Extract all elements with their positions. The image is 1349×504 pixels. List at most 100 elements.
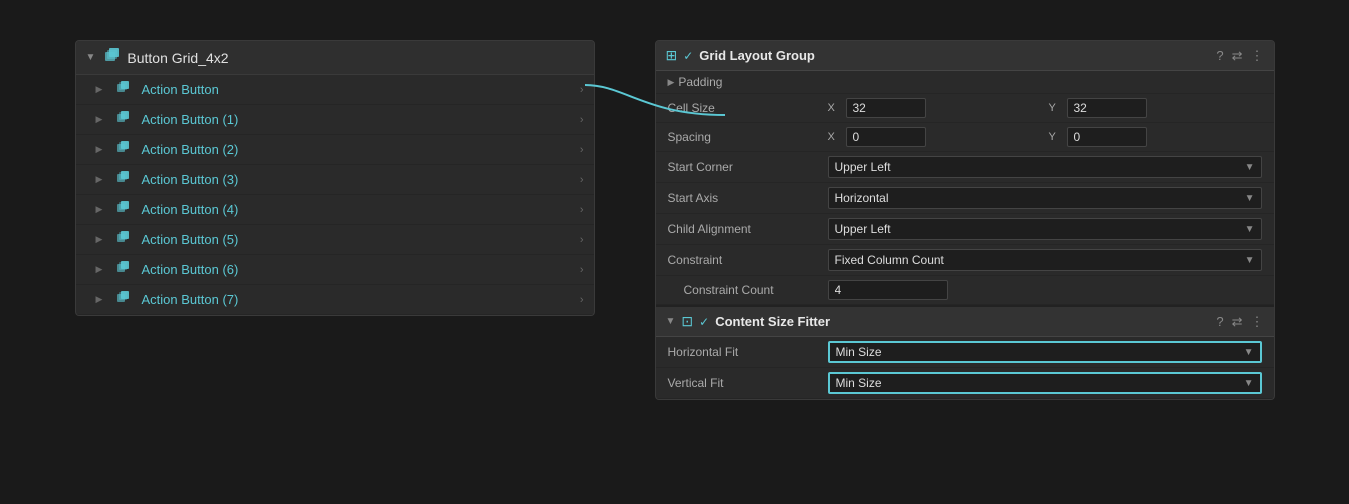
vertical-fit-value: Min Size ▼	[828, 372, 1262, 394]
list-item[interactable]: ▶ Action Button (5) ›	[76, 225, 594, 255]
list-item[interactable]: ▶ Action Button (6) ›	[76, 255, 594, 285]
start-corner-label: Start Corner	[668, 160, 828, 174]
action-button-icon	[114, 170, 134, 189]
csf-enabled-check[interactable]: ✓	[699, 315, 709, 329]
constraint-count-input[interactable]	[828, 280, 948, 300]
expand-icon: ▶	[96, 114, 106, 125]
content-size-fitter-title: Content Size Fitter	[715, 314, 1210, 329]
menu-button[interactable]: ⋮	[1251, 48, 1264, 64]
child-alignment-text: Upper Left	[835, 222, 891, 236]
main-container: ▼ Button Grid_4x2 ▶ Action Button › ▶	[75, 40, 1275, 400]
hierarchy-title: Button Grid_4x2	[127, 50, 228, 66]
grid-layout-group-header: ⊞ ✓ Grid Layout Group ? ⇄ ⋮	[656, 41, 1274, 71]
list-item[interactable]: ▶ Action Button (2) ›	[76, 135, 594, 165]
dropdown-arrow-icon: ▼	[1245, 224, 1255, 235]
expand-chevron-icon[interactable]: ▼	[86, 52, 96, 63]
padding-expand-icon[interactable]: ▶	[668, 77, 675, 88]
cell-size-value: X Y	[828, 98, 1262, 118]
csf-icon: ⊡	[681, 313, 693, 330]
item-arrow-icon: ›	[580, 264, 584, 276]
vertical-fit-row: Vertical Fit Min Size ▼	[656, 368, 1274, 399]
content-size-fitter-section: ▼ ⊡ ✓ Content Size Fitter ? ⇄ ⋮ Horizont…	[656, 305, 1274, 399]
action-button-icon	[114, 80, 134, 99]
vertical-fit-label: Vertical Fit	[668, 376, 828, 390]
constraint-row: Constraint Fixed Column Count ▼	[656, 245, 1274, 276]
expand-icon: ▶	[96, 264, 106, 275]
cell-size-x-group: X	[828, 98, 1041, 118]
start-corner-text: Upper Left	[835, 160, 891, 174]
cell-size-x-input[interactable]	[846, 98, 926, 118]
start-corner-row: Start Corner Upper Left ▼	[656, 152, 1274, 183]
start-corner-dropdown[interactable]: Upper Left ▼	[828, 156, 1262, 178]
action-button-icon	[114, 290, 134, 309]
list-item[interactable]: ▶ Action Button (1) ›	[76, 105, 594, 135]
item-arrow-icon: ›	[580, 234, 584, 246]
action-button-icon	[114, 260, 134, 279]
list-item-label: Action Button (5)	[142, 232, 572, 247]
horizontal-fit-label: Horizontal Fit	[668, 345, 828, 359]
list-item[interactable]: ▶ Action Button (7) ›	[76, 285, 594, 315]
cell-size-y-group: Y	[1049, 98, 1262, 118]
vertical-fit-dropdown[interactable]: Min Size ▼	[828, 372, 1262, 394]
expand-icon: ▶	[96, 294, 106, 305]
list-item[interactable]: ▶ Action Button (3) ›	[76, 165, 594, 195]
settings-button[interactable]: ⇄	[1232, 48, 1243, 64]
start-axis-label: Start Axis	[668, 191, 828, 205]
hierarchy-panel: ▼ Button Grid_4x2 ▶ Action Button › ▶	[75, 40, 595, 316]
start-axis-dropdown[interactable]: Horizontal ▼	[828, 187, 1262, 209]
horizontal-fit-value: Min Size ▼	[828, 341, 1262, 363]
csf-expand-icon[interactable]: ▼	[666, 316, 676, 327]
expand-icon: ▶	[96, 84, 106, 95]
spacing-x-input[interactable]	[846, 127, 926, 147]
item-arrow-icon: ›	[580, 204, 584, 216]
action-button-icon	[114, 200, 134, 219]
constraint-label: Constraint	[668, 253, 828, 267]
constraint-dropdown[interactable]: Fixed Column Count ▼	[828, 249, 1262, 271]
child-alignment-dropdown[interactable]: Upper Left ▼	[828, 218, 1262, 240]
list-item[interactable]: ▶ Action Button ›	[76, 75, 594, 105]
action-button-icon	[114, 230, 134, 249]
padding-label: Padding	[678, 75, 722, 89]
help-button[interactable]: ?	[1216, 48, 1223, 63]
spacing-y-label: Y	[1049, 131, 1063, 143]
horizontal-fit-row: Horizontal Fit Min Size ▼	[656, 337, 1274, 368]
hierarchy-header: ▼ Button Grid_4x2	[76, 41, 594, 75]
spacing-x-group: X	[828, 127, 1041, 147]
padding-row[interactable]: ▶ Padding	[656, 71, 1274, 94]
grid-layout-group-title: Grid Layout Group	[699, 48, 1210, 63]
csf-menu-button[interactable]: ⋮	[1251, 314, 1264, 330]
child-alignment-value: Upper Left ▼	[828, 218, 1262, 240]
dropdown-arrow-icon: ▼	[1245, 162, 1255, 173]
constraint-count-value	[828, 280, 1262, 300]
component-enabled-check[interactable]: ✓	[683, 49, 693, 63]
csf-help-button[interactable]: ?	[1216, 314, 1223, 329]
list-item-label: Action Button (1)	[142, 112, 572, 127]
item-arrow-icon: ›	[580, 144, 584, 156]
horizontal-fit-dropdown[interactable]: Min Size ▼	[828, 341, 1262, 363]
item-arrow-icon: ›	[580, 174, 584, 186]
dropdown-arrow-icon: ▼	[1244, 347, 1254, 358]
list-item-label: Action Button (2)	[142, 142, 572, 157]
grid-layout-icon: ⊞	[666, 47, 678, 64]
x-axis-label: X	[828, 102, 842, 114]
csf-header-actions: ? ⇄ ⋮	[1216, 314, 1263, 330]
dropdown-arrow-icon: ▼	[1244, 378, 1254, 389]
content-size-fitter-header: ▼ ⊡ ✓ Content Size Fitter ? ⇄ ⋮	[656, 307, 1274, 337]
list-item-label: Action Button (4)	[142, 202, 572, 217]
item-arrow-icon: ›	[580, 294, 584, 306]
dropdown-arrow-icon: ▼	[1245, 193, 1255, 204]
list-item[interactable]: ▶ Action Button (4) ›	[76, 195, 594, 225]
spacing-y-group: Y	[1049, 127, 1262, 147]
item-arrow-icon: ›	[580, 84, 584, 96]
start-corner-value: Upper Left ▼	[828, 156, 1262, 178]
dropdown-arrow-icon: ▼	[1245, 255, 1255, 266]
vertical-fit-text: Min Size	[836, 376, 882, 390]
spacing-y-input[interactable]	[1067, 127, 1147, 147]
cell-size-y-input[interactable]	[1067, 98, 1147, 118]
action-button-icon	[114, 140, 134, 159]
spacing-label: Spacing	[668, 130, 828, 144]
header-actions: ? ⇄ ⋮	[1216, 48, 1263, 64]
constraint-count-row: Constraint Count	[656, 276, 1274, 305]
csf-settings-button[interactable]: ⇄	[1232, 314, 1243, 330]
start-axis-row: Start Axis Horizontal ▼	[656, 183, 1274, 214]
